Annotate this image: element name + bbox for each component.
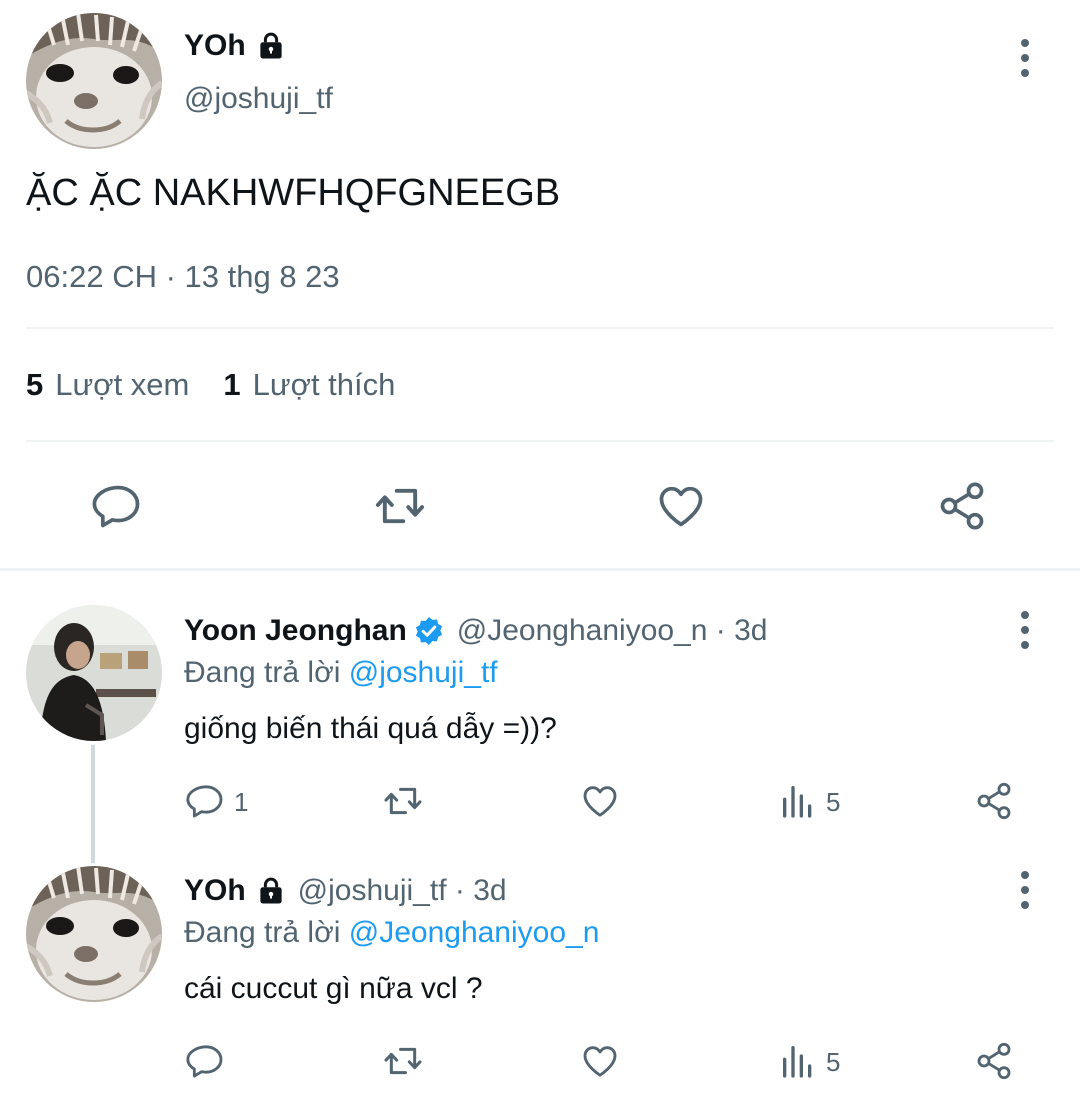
author-handle[interactable]: @joshuji_tf (184, 82, 333, 116)
lock-icon (256, 31, 286, 61)
reply-handle-time[interactable]: @joshuji_tf · 3d (298, 874, 507, 908)
reply-avatar[interactable] (26, 866, 162, 1002)
views-count: 5 (826, 787, 841, 817)
author-name[interactable]: YOh (184, 29, 246, 63)
replying-to-line: Đang trả lời @Jeonghaniyoo_n (184, 916, 599, 950)
tweet-stats: 5 Lượt xem 1 Lượt thích (26, 367, 395, 403)
reply-header: YOh @joshuji_tf · 3d (184, 871, 507, 911)
share-icon[interactable] (974, 1041, 1014, 1081)
retweet-icon[interactable] (381, 1041, 425, 1081)
views-count: 5 (826, 1047, 841, 1077)
section-divider (0, 568, 1080, 571)
retweet-icon[interactable] (372, 480, 428, 532)
author-avatar[interactable] (26, 13, 162, 149)
replying-to-handle[interactable]: @joshuji_tf (349, 656, 498, 689)
share-icon[interactable] (936, 480, 988, 532)
retweet-icon[interactable] (381, 781, 425, 821)
reply-author-name[interactable]: YOh (184, 874, 246, 908)
verified-icon (413, 615, 445, 647)
thread-line (91, 745, 95, 863)
lock-icon (256, 876, 286, 906)
views-count: 5 (26, 367, 44, 402)
replying-to-line: Đang trả lời @joshuji_tf (184, 656, 498, 690)
tweet-timestamp[interactable]: 06:22 CH · 13 thg 8 23 (26, 259, 340, 295)
likes-count: 1 (223, 367, 241, 402)
more-icon[interactable] (1010, 860, 1040, 920)
like-icon[interactable] (655, 480, 707, 532)
replying-prefix: Đang trả lời (184, 916, 341, 949)
views-icon[interactable] (778, 1041, 818, 1081)
divider (26, 327, 1054, 329)
reply-text: giống biến thái quá dẫy =))? (184, 712, 557, 745)
reply-header: Yoon Jeonghan @Jeonghaniyoo_n · 3d (184, 611, 767, 651)
more-icon[interactable] (1010, 600, 1040, 660)
divider (26, 440, 1054, 442)
views-label[interactable]: Lượt xem (55, 367, 189, 403)
reply-icon[interactable] (186, 781, 226, 821)
likes-label[interactable]: Lượt thích (253, 367, 396, 403)
reply-author-name[interactable]: Yoon Jeonghan (184, 614, 407, 648)
reply-avatar[interactable] (26, 605, 162, 741)
reply-count: 1 (234, 787, 249, 817)
replying-to-handle[interactable]: @Jeonghaniyoo_n (349, 916, 600, 949)
reply-icon[interactable] (92, 480, 144, 532)
like-icon[interactable] (580, 781, 620, 821)
like-icon[interactable] (580, 1041, 620, 1081)
replying-prefix: Đang trả lời (184, 656, 341, 689)
views-icon[interactable] (778, 781, 818, 821)
reply-handle-time[interactable]: @Jeonghaniyoo_n · 3d (457, 614, 768, 648)
more-icon[interactable] (1010, 28, 1040, 88)
share-icon[interactable] (974, 781, 1014, 821)
reply-icon[interactable] (186, 1041, 226, 1081)
reply-text: cái cuccut gì nữa vcl ? (184, 972, 483, 1005)
tweet-text: ẶC ẶC NAKHWFHQFGNEEGB (26, 172, 561, 214)
